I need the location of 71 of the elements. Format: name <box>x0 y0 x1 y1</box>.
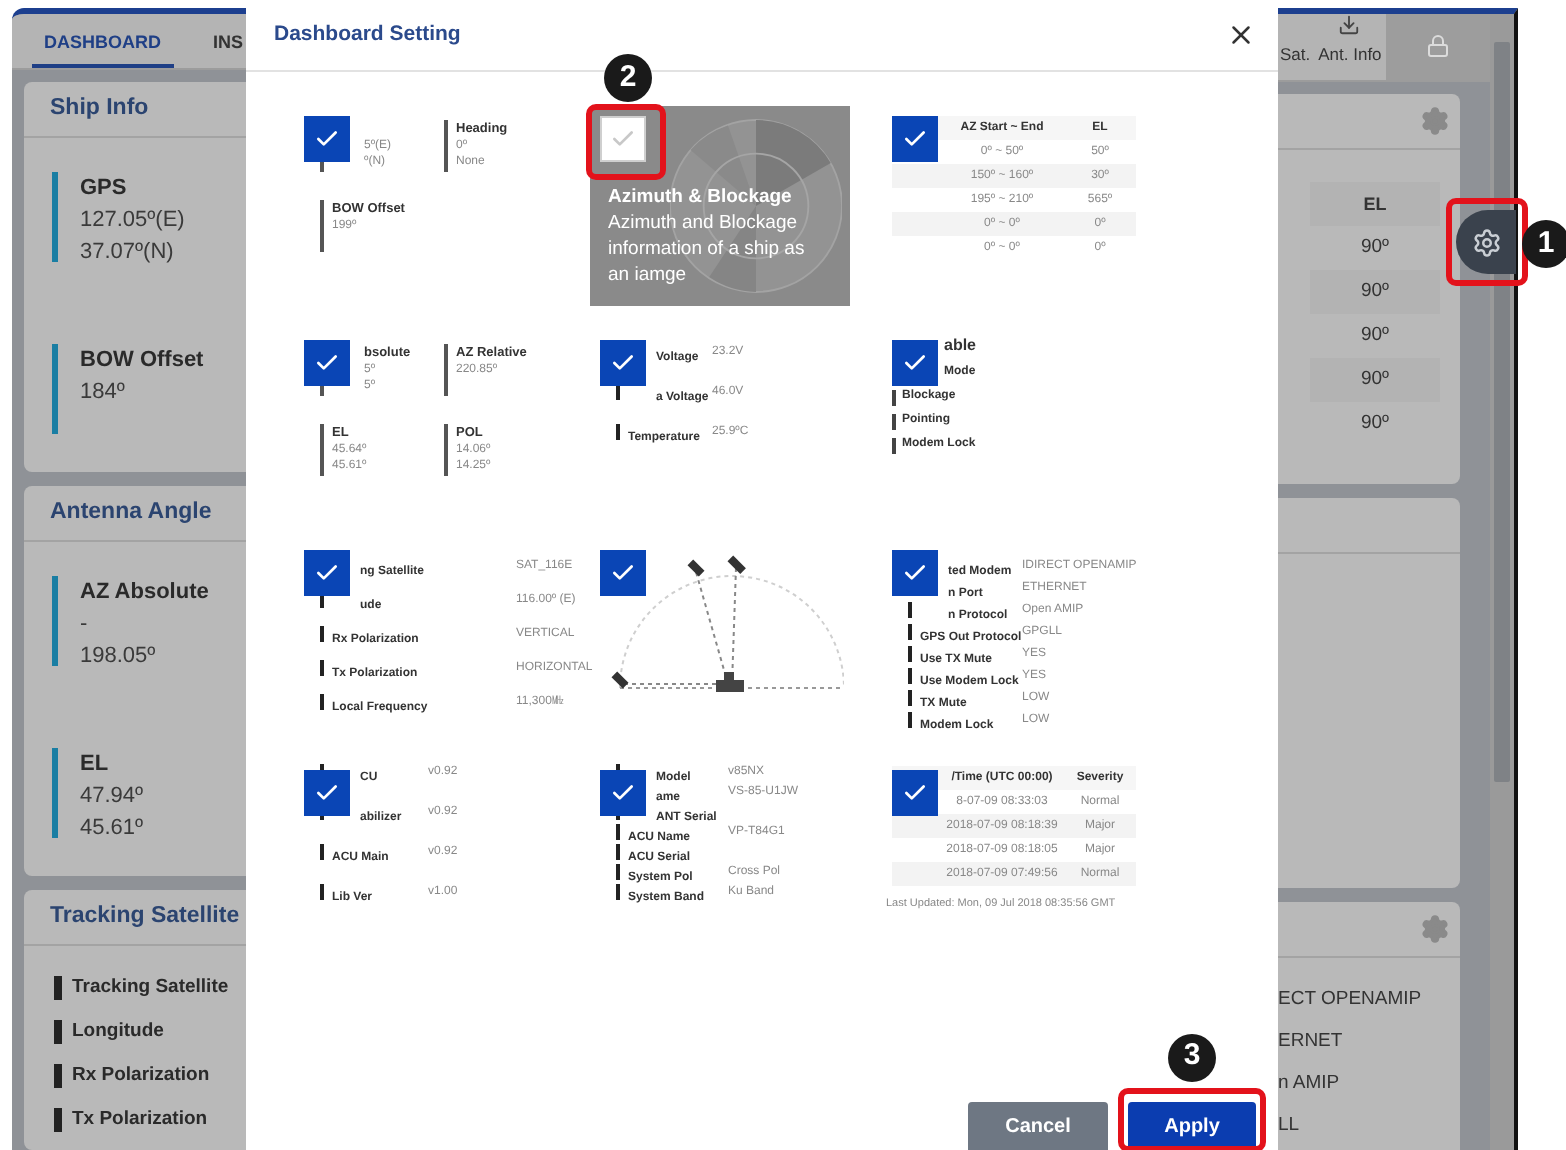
item-value: - <box>80 610 90 640</box>
check-icon <box>314 126 340 152</box>
item-value: 37.07º(N) <box>80 238 176 268</box>
item-value: 127.05º(E) <box>80 206 185 236</box>
check-icon <box>314 780 340 806</box>
step-badge: 1 <box>1522 220 1566 268</box>
table-cell: 90º <box>1310 269 1440 314</box>
row-value: n AMIP <box>1278 1069 1342 1098</box>
card-title: Ship Info <box>50 93 149 124</box>
dialog-button[interactable]: Cancel <box>968 1102 1108 1150</box>
row-value: LL <box>1278 1111 1302 1140</box>
check-icon <box>902 350 928 376</box>
row-value: ECT OPENAMIP <box>1278 985 1424 1014</box>
check-icon <box>314 560 340 586</box>
tab[interactable]: Ant. Info <box>1310 14 1386 80</box>
tray-icon <box>1338 14 1361 36</box>
checkbox[interactable] <box>600 116 646 162</box>
row-value: ERNET <box>1278 1027 1345 1056</box>
step-badge: 3 <box>1168 1033 1216 1081</box>
checkbox[interactable] <box>304 340 350 386</box>
tab[interactable]: Sat. <box>1276 42 1311 80</box>
widget-description: Azimuth and Blockage information of a ship as an iamge <box>608 210 807 288</box>
item-value: 45.61º <box>80 814 144 844</box>
step-badge: 2 <box>604 54 652 102</box>
table-cell-text: 90º <box>1358 409 1392 438</box>
row-label: Rx Polarization <box>72 1062 210 1088</box>
row-label: Tx Polarization <box>72 1106 208 1132</box>
lock-icon <box>1425 34 1450 59</box>
item-label: AZ Absolute <box>80 578 209 608</box>
item-value: 184º <box>80 378 127 408</box>
item-value: 198.05º <box>80 642 158 672</box>
checkbox[interactable] <box>600 340 646 386</box>
check-icon <box>610 350 636 376</box>
check-icon <box>610 560 636 586</box>
settings-icon <box>1471 227 1501 257</box>
tab[interactable]: INS <box>213 29 244 68</box>
checkbox[interactable] <box>892 340 938 386</box>
row-label: Longitude <box>72 1018 164 1044</box>
checkbox[interactable] <box>600 770 646 816</box>
card-title: Tracking Satellite <box>50 901 240 932</box>
checkbox[interactable] <box>304 550 350 596</box>
check-icon <box>902 126 928 152</box>
check-icon <box>610 126 636 152</box>
checkbox[interactable] <box>304 770 350 816</box>
column-header: EL <box>1310 181 1440 226</box>
tab[interactable]: DASHBOARD <box>32 29 173 68</box>
item-label: BOW Offset <box>80 346 204 376</box>
table-cell-text: 90º <box>1358 233 1392 262</box>
check-icon <box>314 350 340 376</box>
check-icon <box>610 780 636 806</box>
item-label: GPS <box>80 174 129 204</box>
checkbox[interactable] <box>892 770 938 816</box>
card-title: Antenna Angle <box>50 497 212 528</box>
row-label: Tracking Satellite <box>72 974 229 1000</box>
status-heading: able <box>942 334 979 358</box>
checkbox[interactable] <box>892 116 938 162</box>
check-icon <box>902 780 928 806</box>
scrollbar[interactable] <box>1490 14 1514 1150</box>
item-value: 47.94º <box>80 782 144 812</box>
checkbox[interactable] <box>600 550 646 596</box>
checkbox[interactable] <box>304 116 350 162</box>
highlight-frame <box>586 104 666 180</box>
table-cell: 90º <box>1310 357 1440 402</box>
item-label: EL <box>80 750 111 780</box>
widget-title: Azimuth & Blockage <box>608 186 794 210</box>
dialog-button[interactable]: Apply <box>1128 1102 1256 1150</box>
widget-preview[interactable]: Azimuth & Blockage Azimuth and Blockage information of a ship as an iamge <box>590 106 850 306</box>
dialog-title: Dashboard Setting <box>274 19 461 50</box>
table-cell-text: 90º <box>1358 321 1392 350</box>
checkbox[interactable] <box>892 550 938 596</box>
check-icon <box>902 560 928 586</box>
